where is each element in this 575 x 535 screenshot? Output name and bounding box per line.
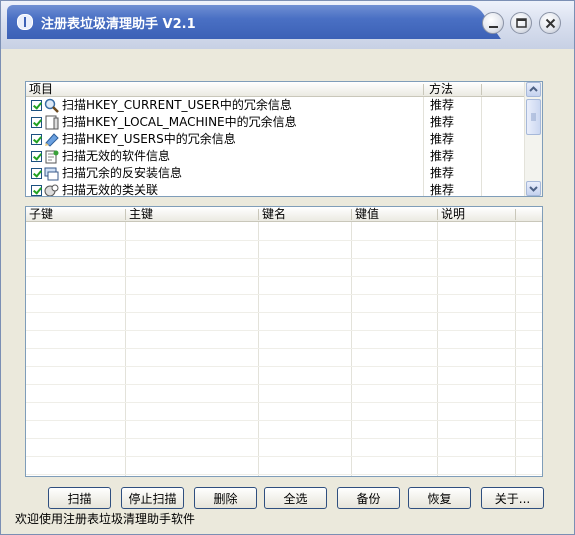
results-header: 子键 主键 键名 键值 说明 <box>26 207 542 222</box>
column-header-subkey[interactable]: 子键 <box>26 207 53 221</box>
scan-option-label: 扫描无效的软件信息 <box>62 149 171 163</box>
scan-option-checkbox[interactable] <box>31 117 42 128</box>
title-bar[interactable]: 注册表垃圾清理助手 V2.1 <box>1 1 574 49</box>
column-header-mainkey[interactable]: 主键 <box>126 207 153 221</box>
backup-button[interactable]: 备份 <box>337 487 400 509</box>
scan-option-row[interactable]: 扫描无效的类关联 推荐 <box>26 182 526 197</box>
about-button[interactable]: 关于... <box>481 487 544 509</box>
status-text: 欢迎使用注册表垃圾清理助手软件 <box>15 512 196 526</box>
scan-option-checkbox[interactable] <box>31 168 42 179</box>
column-header-description[interactable]: 说明 <box>438 207 465 221</box>
scan-options-list[interactable]: 项目 方法 扫描HKEY_CURRENT_USER中的冗余信息 推荐 扫描HKE… <box>25 81 543 197</box>
scan-option-row[interactable]: 扫描冗余的反安装信息 推荐 <box>26 165 526 182</box>
scan-option-method: 推荐 <box>430 183 455 197</box>
scan-option-label: 扫描无效的类关联 <box>62 183 159 197</box>
scan-option-label: 扫描冗余的反安装信息 <box>62 166 183 180</box>
scroll-up-button[interactable] <box>526 82 541 97</box>
scan-option-label: 扫描HKEY_CURRENT_USER中的冗余信息 <box>62 98 292 112</box>
pencil-icon <box>45 133 59 147</box>
software-icon <box>45 150 59 164</box>
scroll-down-button[interactable] <box>526 181 541 196</box>
scan-option-method: 推荐 <box>430 98 455 112</box>
scan-option-row[interactable]: 扫描无效的软件信息 推荐 <box>26 148 526 165</box>
delete-button[interactable]: 删除 <box>194 487 257 509</box>
scan-option-method: 推荐 <box>430 166 455 180</box>
maximize-icon <box>516 18 527 28</box>
main-window: 注册表垃圾清理助手 V2.1 项目 方法 扫描HKEY_CURRENT_USER… <box>0 0 575 535</box>
class-icon <box>44 184 59 196</box>
scan-button[interactable]: 扫描 <box>48 487 111 509</box>
scan-option-label: 扫描HKEY_USERS中的冗余信息 <box>62 132 236 146</box>
window-title: 注册表垃圾清理助手 V2.1 <box>41 17 196 32</box>
uninstall-icon <box>44 167 59 181</box>
scan-option-checkbox[interactable] <box>31 185 42 196</box>
scan-list-header: 项目 方法 <box>26 82 526 97</box>
column-header-keyvalue[interactable]: 键值 <box>352 207 379 221</box>
document-icon <box>45 115 59 130</box>
scan-option-method: 推荐 <box>430 149 455 163</box>
close-icon <box>545 18 556 29</box>
scroll-thumb[interactable] <box>526 99 541 135</box>
scan-option-label: 扫描HKEY_LOCAL_MACHINE中的冗余信息 <box>62 115 297 129</box>
column-header-keyname[interactable]: 键名 <box>259 207 286 221</box>
app-icon[interactable] <box>17 14 33 30</box>
magnifier-icon <box>44 98 59 113</box>
close-button[interactable] <box>539 12 561 34</box>
scan-option-checkbox[interactable] <box>31 151 42 162</box>
scan-option-row[interactable]: 扫描HKEY_USERS中的冗余信息 推荐 <box>26 131 526 148</box>
scan-option-row[interactable]: 扫描HKEY_CURRENT_USER中的冗余信息 推荐 <box>26 97 526 114</box>
chevron-down-icon <box>529 186 538 192</box>
column-header-item[interactable]: 项目 <box>26 82 53 96</box>
select-all-button[interactable]: 全选 <box>264 487 327 509</box>
scan-list-scrollbar[interactable] <box>524 82 542 196</box>
minimize-button[interactable] <box>482 12 504 34</box>
results-list[interactable]: 子键 主键 键名 键值 说明 <box>25 206 543 477</box>
stop-scan-button[interactable]: 停止扫描 <box>121 487 184 509</box>
column-header-method[interactable]: 方法 <box>426 82 453 96</box>
scan-option-row[interactable]: 扫描HKEY_LOCAL_MACHINE中的冗余信息 推荐 <box>26 114 526 131</box>
minimize-icon <box>489 26 498 28</box>
grip-icon <box>531 113 536 121</box>
scan-option-method: 推荐 <box>430 115 455 129</box>
scan-option-checkbox[interactable] <box>31 100 42 111</box>
maximize-button[interactable] <box>510 12 532 34</box>
scan-option-checkbox[interactable] <box>31 134 42 145</box>
restore-button[interactable]: 恢复 <box>408 487 471 509</box>
scan-option-method: 推荐 <box>430 132 455 146</box>
chevron-up-icon <box>529 86 538 92</box>
